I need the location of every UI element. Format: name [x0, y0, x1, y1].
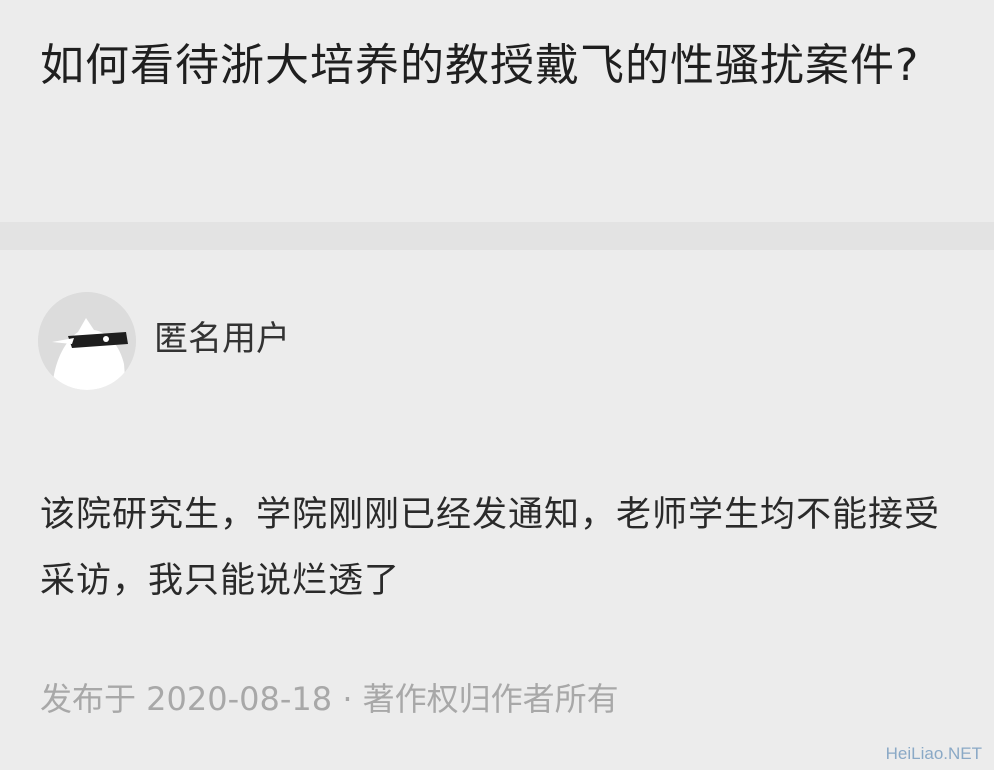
avatar-graphic: [38, 292, 136, 390]
answer-meta: 发布于 2020-08-18 · 著作权归作者所有: [40, 680, 619, 718]
answer-content: 该院研究生，学院刚刚已经发通知，老师学生均不能接受采访，我只能说烂透了: [40, 495, 941, 601]
question-header: 如何看待浙大培养的教授戴飞的性骚扰案件?: [0, 0, 994, 222]
answer-card: 匿名用户 该院研究生，学院刚刚已经发通知，老师学生均不能接受采访，我只能说烂透了…: [0, 250, 994, 770]
section-divider: [0, 222, 994, 250]
author-name[interactable]: 匿名用户: [154, 314, 290, 364]
question-title[interactable]: 如何看待浙大培养的教授戴飞的性骚扰案件?: [40, 30, 960, 102]
watermark: HeiLiao.NET: [885, 744, 982, 763]
anonymous-avatar-icon[interactable]: [38, 292, 136, 390]
